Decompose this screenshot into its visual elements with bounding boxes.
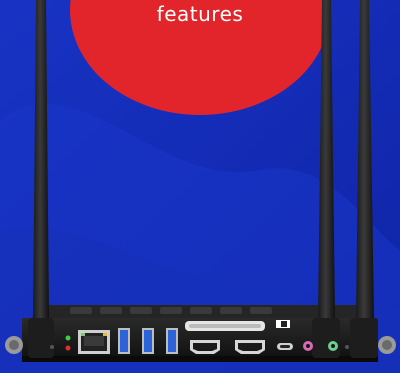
ethernet-port-icon: [78, 330, 110, 354]
usb-port-icon: [142, 328, 154, 354]
antenna-left: [5, 0, 54, 358]
usb-port-icon: [166, 328, 178, 354]
hdmi-port-icon: [190, 340, 220, 354]
hdmi-port-icon: [235, 340, 265, 354]
mini-pc-device: [5, 0, 396, 362]
status-led-icon: [65, 345, 71, 351]
antenna-right-1: [312, 0, 340, 358]
antenna-right-2: [350, 0, 396, 358]
usb-port-icon: [118, 328, 130, 354]
hero-scene: features: [0, 0, 400, 373]
power-led-icon: [65, 335, 71, 341]
